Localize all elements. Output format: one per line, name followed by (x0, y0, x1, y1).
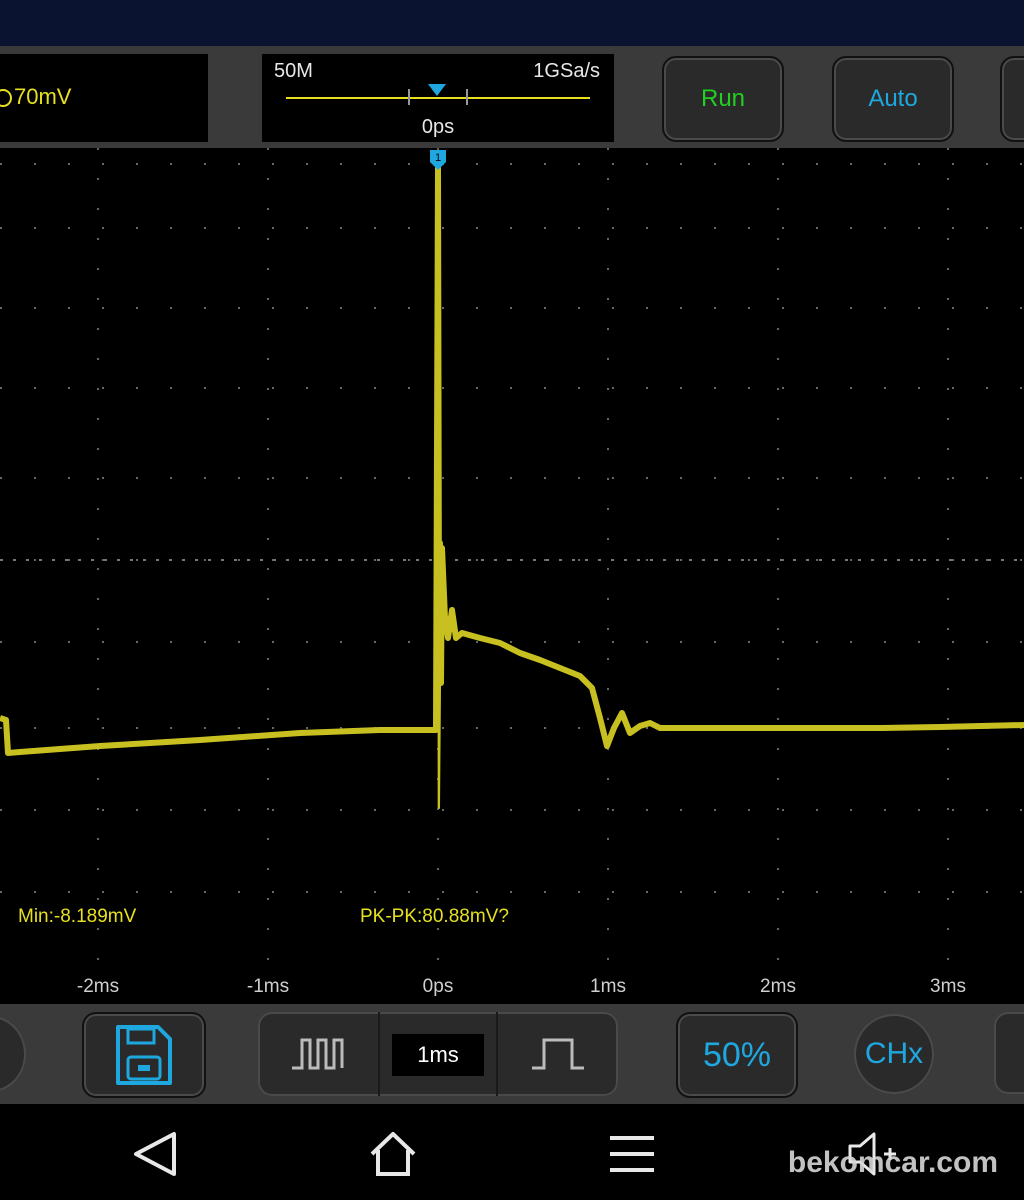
channel-1-trace (0, 165, 1024, 756)
time-tick: -2ms (76, 976, 120, 997)
graticule (0, 148, 1024, 968)
left-edge-button[interactable] (0, 1016, 26, 1092)
horizontal-offset: 0ps (421, 116, 455, 138)
time-tick: 2ms (760, 976, 796, 997)
trigger-level-value: 70mV (14, 84, 72, 109)
pulse-narrow-icon (292, 1038, 344, 1070)
trigger-level-panel[interactable]: 70mV (0, 54, 208, 142)
waveform-display[interactable]: 1 (0, 148, 1024, 968)
channel-1-marker[interactable]: 1 (430, 150, 446, 170)
home-icon[interactable] (368, 1130, 418, 1178)
trigger-50-percent-button[interactable]: 50% (676, 1012, 798, 1098)
time-div-decrease-button[interactable] (258, 1012, 378, 1096)
time-tick: 1ms (590, 976, 626, 997)
channel-1-marker-label: 1 (435, 152, 441, 164)
time-tick: 3ms (930, 976, 966, 997)
time-tick: -1ms (246, 976, 290, 997)
time-div-increase-button[interactable] (498, 1012, 618, 1096)
time-tick: 0ps (422, 976, 454, 997)
pk-pk-measurement: PK-PK:80.88mV? (360, 906, 509, 927)
memory-depth: 50M (274, 60, 313, 82)
right-edge-button[interactable] (994, 1012, 1024, 1094)
min-measurement: Min:-8.189mV (18, 906, 137, 927)
trigger-position-marker-icon[interactable] (428, 84, 446, 96)
time-div-control: 1ms (258, 1012, 618, 1096)
watermark: bekomcar.com (787, 1146, 998, 1179)
menu-icon[interactable] (608, 1130, 656, 1178)
save-button[interactable] (82, 1012, 206, 1098)
sample-rate: 1GSa/s (533, 60, 600, 82)
status-bar (0, 0, 1024, 46)
time-axis: -2ms -1ms 0ps 1ms 2ms 3ms (0, 968, 1024, 1004)
channel-select-button[interactable]: CHx (854, 1014, 934, 1094)
auto-button[interactable]: Auto (832, 56, 954, 142)
time-div-value[interactable]: 1ms (392, 1034, 484, 1076)
bottom-toolbar: 1ms 50% CHx (0, 1004, 1024, 1104)
pulse-wide-icon (532, 1038, 584, 1070)
run-button[interactable]: Run (662, 56, 784, 142)
timebase-panel[interactable]: 50M 1GSa/s 0ps (262, 54, 614, 142)
back-icon[interactable] (130, 1130, 180, 1178)
more-toolbar-button[interactable] (1000, 56, 1024, 142)
save-icon (116, 1025, 172, 1085)
trigger-level-icon (0, 89, 12, 107)
